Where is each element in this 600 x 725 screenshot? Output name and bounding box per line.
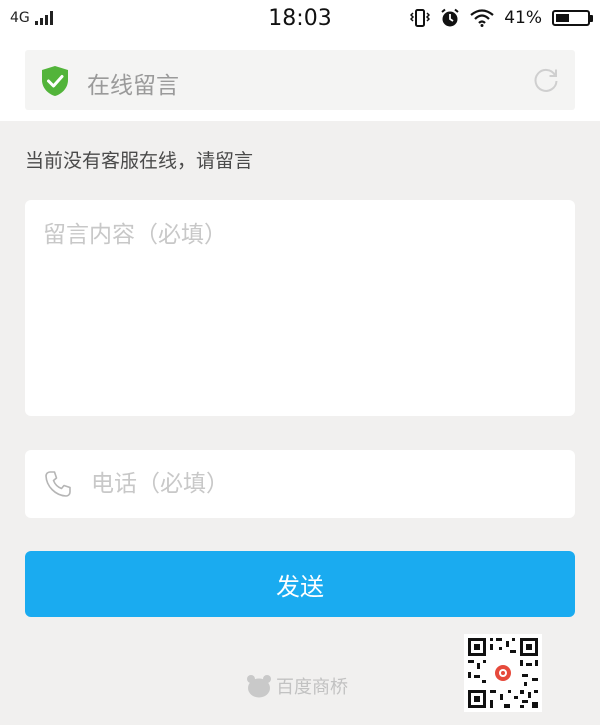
status-bar: 4G 18:03 41% [0, 0, 600, 42]
phone-input[interactable] [91, 462, 561, 506]
footer-brand: 百度商桥 [246, 673, 348, 699]
shield-check-icon [42, 66, 68, 96]
status-icons: 41% [410, 8, 593, 28]
refresh-icon[interactable] [532, 66, 560, 94]
phone-field[interactable] [25, 450, 575, 518]
battery-icon [552, 10, 593, 26]
chat-header: 在线留言 [25, 50, 575, 110]
wifi-icon [470, 9, 494, 27]
qr-code-icon [464, 634, 542, 712]
send-button[interactable]: 发送 [25, 551, 575, 617]
message-input[interactable] [25, 200, 575, 416]
offline-notice: 当前没有客服在线，请留言 [25, 150, 254, 172]
vibrate-icon [410, 9, 431, 27]
page-title: 在线留言 [87, 73, 179, 99]
alarm-icon [441, 8, 459, 27]
phone-icon [45, 471, 71, 497]
battery-percent: 41% [504, 8, 542, 28]
top-area: 4G 18:03 41% 在线留言 [0, 0, 600, 121]
bear-logo-icon [247, 675, 271, 698]
brand-name: 百度商桥 [276, 677, 348, 698]
